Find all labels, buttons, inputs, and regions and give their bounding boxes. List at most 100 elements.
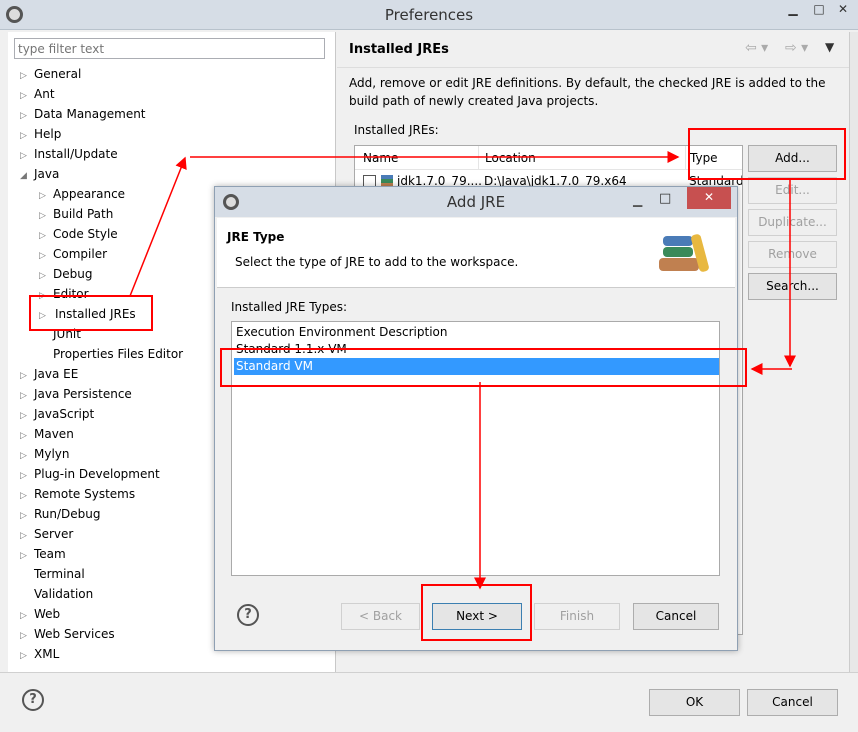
back-nav-icon[interactable]: ⇦ ▾ [745, 40, 768, 56]
expand-arrow-icon[interactable]: ▷ [20, 106, 34, 126]
column-name[interactable]: Name [363, 151, 398, 165]
add-jre-dialog: Add JRE ▁ □ ✕ JRE Type Select the type o… [214, 186, 738, 651]
tree-item[interactable]: ▷ Install/Update [20, 144, 118, 164]
expand-arrow-icon[interactable]: ▷ [20, 406, 34, 426]
tree-item[interactable]: ▷ Code Style [39, 224, 118, 244]
expand-arrow-icon[interactable]: ▷ [20, 86, 34, 106]
expand-arrow-icon[interactable]: ▷ [20, 446, 34, 466]
tree-item[interactable]: ▷ Team [20, 544, 66, 564]
expand-arrow-icon[interactable]: ▷ [39, 226, 53, 246]
tree-item[interactable]: ▷ Data Management [20, 104, 146, 124]
back-button[interactable]: < Back [341, 603, 420, 630]
expand-arrow-icon[interactable]: ▷ [20, 146, 34, 166]
expand-arrow-icon[interactable]: ▷ [20, 426, 34, 446]
expand-arrow-icon[interactable]: ▷ [39, 206, 53, 226]
tree-item[interactable]: ▷ JavaScript [20, 404, 94, 424]
tree-item-label: Editor [53, 287, 89, 301]
tree-item[interactable]: ▷ Compiler [39, 244, 107, 264]
menu-dropdown-icon[interactable]: ▼ [825, 40, 834, 54]
expand-arrow-icon[interactable]: ▷ [39, 186, 53, 206]
tree-item[interactable]: ◢ Java [20, 164, 59, 184]
tree-item[interactable]: ▷ Java EE [20, 364, 78, 384]
tree-item[interactable]: ▷ Appearance [39, 184, 125, 204]
expand-arrow-icon[interactable]: ▷ [20, 466, 34, 486]
tree-item-label: Mylyn [34, 447, 70, 461]
maximize-button[interactable]: □ [659, 191, 671, 206]
edit-button[interactable]: Edit... [748, 177, 837, 204]
expand-arrow-icon[interactable]: ▷ [20, 486, 34, 506]
tree-item-label: Java Persistence [34, 387, 132, 401]
tree-item[interactable]: JUnit [39, 324, 81, 344]
tree-item[interactable]: ▷ Remote Systems [20, 484, 135, 504]
tree-item-label: Code Style [53, 227, 118, 241]
tree-item-label: Build Path [53, 207, 114, 221]
expand-arrow-icon[interactable]: ▷ [20, 66, 34, 86]
filter-input[interactable] [14, 38, 325, 59]
tree-item[interactable]: ▷ Mylyn [20, 444, 70, 464]
jre-types-list[interactable]: Execution Environment Description Standa… [231, 321, 720, 576]
tree-item[interactable]: ▷ Java Persistence [20, 384, 132, 404]
tree-item[interactable]: ▷ Maven [20, 424, 74, 444]
tree-item[interactable]: Validation [20, 584, 93, 604]
tree-item[interactable]: ▷ Build Path [39, 204, 113, 224]
tree-item[interactable]: ▷ Help [20, 124, 61, 144]
jre-type-item[interactable]: Execution Environment Description [234, 324, 717, 341]
expand-arrow-icon[interactable]: ▷ [20, 386, 34, 406]
tree-item[interactable]: ▷ Editor [39, 284, 89, 304]
minimize-button[interactable]: ▁ [780, 2, 806, 20]
next-button[interactable]: Next > [432, 603, 522, 630]
help-icon[interactable]: ? [22, 689, 44, 711]
expand-arrow-icon[interactable]: ▷ [39, 266, 53, 286]
expand-arrow-icon[interactable]: ▷ [39, 246, 53, 266]
tree-item[interactable]: ▷ Debug [39, 264, 92, 284]
title-bar: Preferences ▁ □ ✕ ✕ [0, 0, 858, 30]
tree-item-label: Java EE [34, 367, 79, 381]
tree-item[interactable]: ▷ Web [20, 604, 60, 624]
expand-arrow-icon[interactable]: ▷ [20, 546, 34, 566]
minimize-button[interactable]: ▁ [633, 193, 642, 207]
expand-arrow-icon[interactable]: ▷ [39, 286, 53, 306]
expand-arrow-icon[interactable]: ▷ [20, 606, 34, 626]
help-icon[interactable]: ? [237, 604, 259, 626]
jre-books-icon [659, 232, 715, 276]
remove-button[interactable]: Remove [748, 241, 837, 268]
scrollbar[interactable] [849, 32, 858, 672]
cancel-button[interactable]: Cancel [747, 689, 838, 716]
tree-item-label: Web Services [34, 627, 115, 641]
close-button[interactable]: ✕ [687, 187, 731, 209]
tree-item[interactable]: ▷ Run/Debug [20, 504, 101, 524]
close-button[interactable]: ✕ [830, 2, 856, 20]
tree-item-label: Remote Systems [34, 487, 136, 501]
column-location[interactable]: Location [478, 146, 542, 170]
forward-nav-icon[interactable]: ⇨ ▾ [785, 40, 808, 56]
expand-arrow-icon[interactable]: ◢ [20, 166, 34, 186]
expand-arrow-icon[interactable]: ▷ [20, 366, 34, 386]
dialog-header-description: Select the type of JRE to add to the wor… [235, 255, 519, 269]
maximize-button[interactable]: □ [806, 2, 832, 20]
dialog-cancel-button[interactable]: Cancel [633, 603, 719, 630]
search-button[interactable]: Search... [748, 273, 837, 300]
expand-arrow-icon[interactable]: ▷ [39, 306, 53, 326]
tree-item[interactable]: Properties Files Editor [39, 344, 183, 364]
jre-type-item-selected[interactable]: Standard VM [234, 358, 719, 375]
expand-arrow-icon[interactable]: ▷ [20, 126, 34, 146]
duplicate-button[interactable]: Duplicate... [748, 209, 837, 236]
column-type[interactable]: Type [685, 146, 722, 170]
add-button[interactable]: Add... [748, 145, 837, 172]
jre-type-item[interactable]: Standard 1.1.x VM [234, 341, 717, 358]
ok-button[interactable]: OK [649, 689, 740, 716]
tree-item[interactable]: ▷ General [20, 64, 81, 84]
tree-item[interactable]: ▷ Installed JREs [39, 304, 138, 324]
finish-button[interactable]: Finish [534, 603, 620, 630]
tree-item[interactable]: ▷ Plug-in Development [20, 464, 160, 484]
tree-item[interactable]: Terminal [20, 564, 85, 584]
tree-item[interactable]: ▷ Server [20, 524, 73, 544]
tree-item-label: JUnit [53, 327, 81, 341]
expand-arrow-icon[interactable]: ▷ [20, 646, 34, 666]
expand-arrow-icon[interactable]: ▷ [20, 626, 34, 646]
tree-item[interactable]: ▷ XML [20, 644, 59, 664]
tree-item[interactable]: ▷ Web Services [20, 624, 115, 644]
tree-item[interactable]: ▷ Ant [20, 84, 55, 104]
expand-arrow-icon[interactable]: ▷ [20, 526, 34, 546]
expand-arrow-icon[interactable]: ▷ [20, 506, 34, 526]
